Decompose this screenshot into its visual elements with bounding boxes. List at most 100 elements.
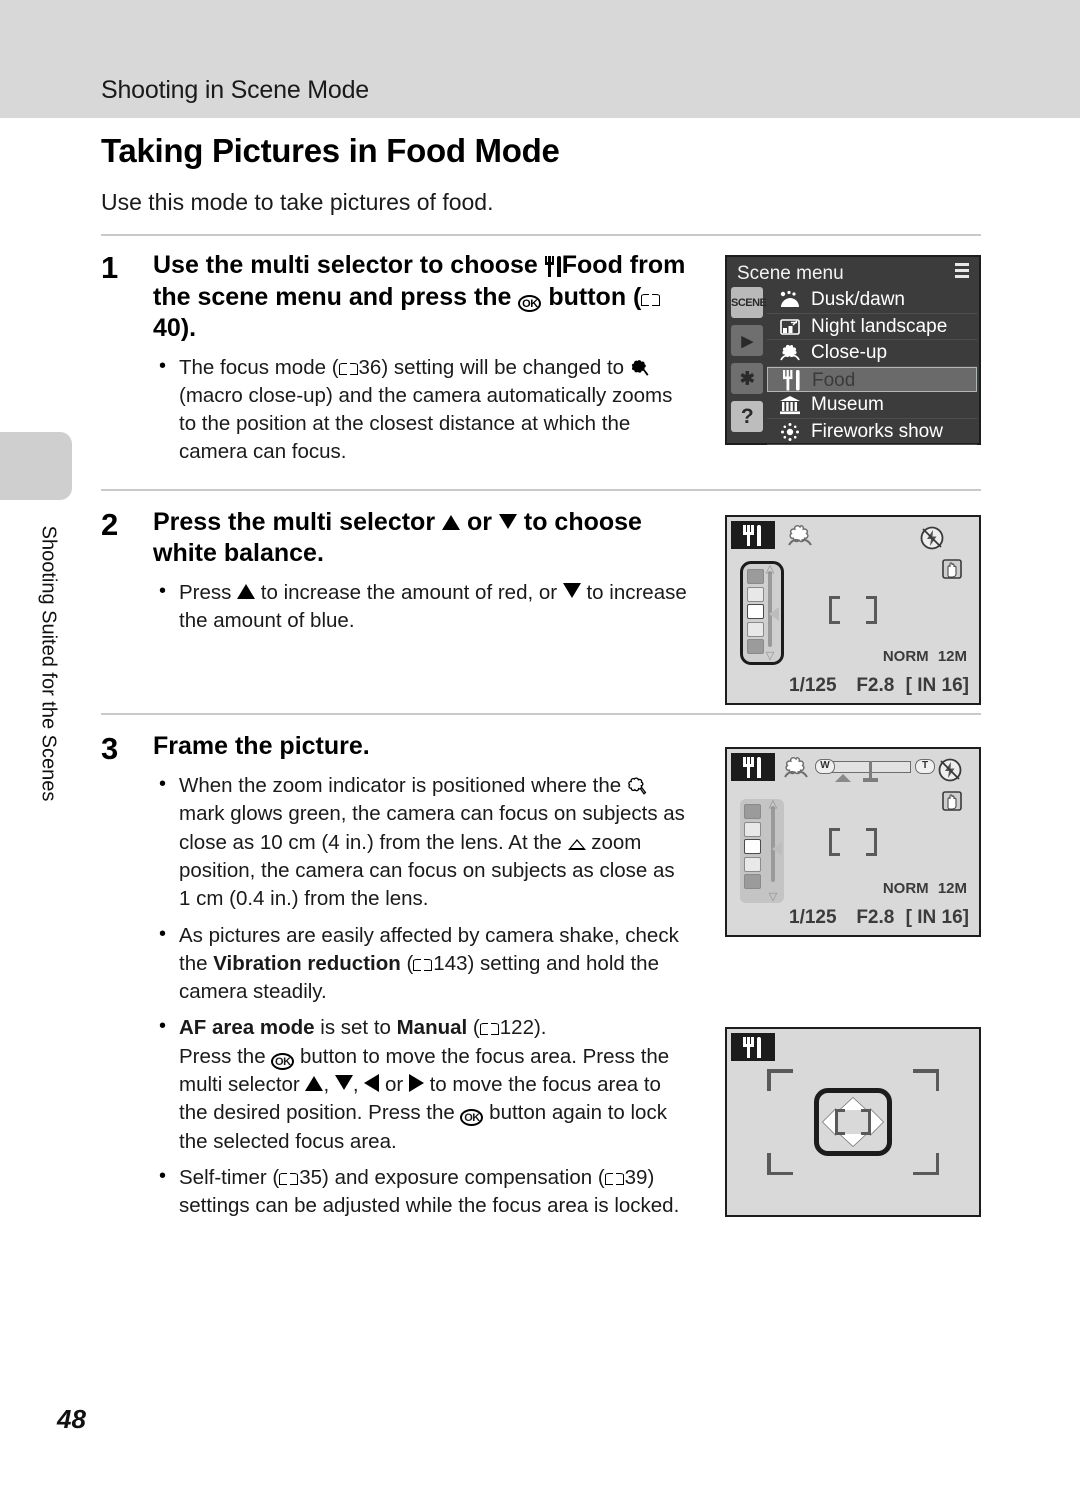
flash-off-icon: [919, 525, 945, 556]
vibration-reduction-icon: [939, 557, 965, 586]
macro-zoom-mark: [869, 761, 872, 779]
food-mode-indicator: [731, 521, 775, 549]
step-2-title-pre: Press the multi selector: [153, 507, 443, 536]
b3-3-mid3: ).: [533, 1016, 547, 1040]
figure-scene-menu: Scene menu SCENE ▶ ✱ ? Dusk/dawn Night l…: [725, 255, 981, 445]
arrow-down-icon: [334, 1074, 353, 1090]
wb-cell: [747, 621, 764, 637]
scene-menu-item-night-landscape[interactable]: Night landscape: [767, 314, 977, 340]
ok-button-icon: OK: [460, 1109, 484, 1127]
white-balance-slider[interactable]: △ ▽: [740, 799, 784, 903]
sidebar-item-playback[interactable]: ▶: [731, 325, 763, 356]
wb-arrow-up-icon: △: [765, 563, 775, 575]
b3-1-pre: When the zoom indicator is positioned wh…: [179, 774, 627, 798]
b3-3-bold2: Manual: [396, 1016, 468, 1040]
wb-cell-selected: [744, 839, 761, 854]
scene-item-label: Museum: [811, 394, 884, 415]
white-balance-cells: [747, 569, 765, 657]
image-size-label: 12M: [937, 880, 967, 897]
multi-selector-pad[interactable]: [814, 1088, 892, 1156]
flash-off-icon: [937, 757, 963, 788]
wb-cell: [744, 856, 761, 872]
night-landscape-icon: [779, 317, 801, 337]
b3-3-l2a: Press the: [179, 1044, 272, 1068]
sidebar-item-scene[interactable]: SCENE: [731, 287, 767, 318]
aperture-label: F2.8: [856, 907, 895, 928]
b3-2-bold: Vibration reduction: [213, 951, 401, 975]
arrow-down-icon: [498, 513, 517, 529]
section-title: Shooting in Scene Mode: [101, 76, 370, 104]
scene-item-label: Food: [812, 369, 856, 391]
step-1-title-end: ).: [180, 314, 197, 342]
ok-button-icon: OK: [518, 294, 542, 312]
wb-arrow-down-icon: ▽: [768, 891, 778, 903]
step-1-bullet-1: The focus mode (36) setting will be chan…: [153, 352, 691, 467]
sidebar-item-help[interactable]: ?: [731, 401, 763, 432]
divider-3: [101, 712, 981, 715]
arrow-up-icon: [442, 514, 461, 530]
scene-menu-item-museum[interactable]: Museum: [767, 392, 977, 419]
white-balance-slider[interactable]: △ ▽: [740, 561, 784, 665]
wb-cell: [744, 874, 761, 889]
b3-3-ref: 122: [499, 1016, 534, 1040]
macro-icon: [783, 756, 809, 785]
step-2-title-mid: or: [460, 507, 499, 536]
lcd-white-balance: △ ▽ NORM 12M 1/125 F2.8 [ IN 16]: [725, 515, 981, 705]
step-2-bullet-1: Press to increase the amount of red, or …: [153, 578, 691, 636]
quality-label: NORM: [882, 880, 929, 897]
pad-arrow-right-icon[interactable]: [870, 1109, 883, 1135]
b1-post: (macro close-up) and the camera automati…: [179, 383, 673, 464]
wb-arrow-down-icon: ▽: [765, 650, 775, 662]
memory-remaining: [ IN 16]: [905, 907, 969, 928]
focus-area-brackets: [829, 596, 877, 624]
exposure-info: F2.8 [ IN 16]: [727, 675, 969, 697]
b3-3-mid2: (: [467, 1016, 480, 1040]
scene-item-label: Close-up: [811, 342, 888, 363]
step-3-bullet-3: AF area mode is set to Manual (122). Pre…: [153, 1013, 691, 1155]
step-3-title: Frame the picture.: [153, 731, 370, 760]
food-icon: [544, 256, 562, 277]
scene-item-label: Fireworks show: [811, 420, 943, 442]
scene-menu-item-fireworks[interactable]: Fireworks show: [767, 419, 977, 445]
b3-2-mid: (: [400, 951, 414, 975]
ok-button-icon: OK: [271, 1052, 295, 1070]
step-2-bullets: Press to increase the amount of red, or …: [153, 578, 691, 636]
wb-arrow-up-icon: △: [768, 798, 778, 810]
arrow-left-icon: [364, 1073, 380, 1092]
scene-menu-tabs: SCENE ▶ ✱ ?: [729, 287, 767, 441]
figure-white-balance-screen: △ ▽ NORM 12M 1/125 F2.8 [ IN 16]: [725, 515, 981, 705]
step-1-title-bold: Food: [561, 251, 623, 279]
frame-corner-top-right: [913, 1069, 939, 1091]
wb-cell: [747, 569, 764, 584]
lcd-zoom-indicator: W T △ ▽ NORM 12M 1/125 F2.8 [IN 16]: [725, 747, 981, 937]
step-3-number: 3: [101, 730, 119, 766]
sidebar-item-setup[interactable]: ✱: [731, 363, 763, 394]
food-mode-indicator: [731, 753, 775, 781]
step-1-title-post: button (: [541, 282, 642, 311]
scene-menu-item-food[interactable]: Food: [767, 366, 977, 392]
close-up-icon: [779, 343, 801, 363]
focus-area-brackets: [829, 828, 877, 856]
step-3-bullet-4: Self-timer (35) and exposure compensatio…: [153, 1163, 691, 1221]
step-1-number: 1: [101, 250, 119, 285]
scene-menu-item-close-up[interactable]: Close-up: [767, 340, 977, 367]
wb-cell: [747, 586, 764, 602]
menu-icon[interactable]: [955, 263, 969, 279]
fireworks-icon: [779, 422, 801, 442]
step-1-bullets: The focus mode (36) setting will be chan…: [153, 352, 691, 467]
macro-icon: [627, 775, 647, 795]
exposure-info: F2.8 [ IN 16]: [727, 907, 969, 929]
zoom-wide-marker: W: [815, 759, 835, 774]
scene-menu-title: Scene menu: [737, 263, 844, 284]
page-number: 48: [57, 1404, 86, 1434]
pad-arrow-down-icon[interactable]: [840, 1134, 866, 1146]
scene-menu-item-dusk-dawn[interactable]: Dusk/dawn: [767, 287, 977, 314]
b3-4-ref1: 35: [299, 1165, 323, 1189]
food-mode-indicator: [731, 1033, 775, 1061]
page-intro: Use this mode to take pictures of food.: [101, 189, 494, 215]
museum-icon: [779, 395, 801, 415]
focus-area-brackets: [835, 1109, 871, 1135]
image-quality-indicator: NORM 12M: [883, 880, 967, 897]
b2-pre: Press: [179, 580, 238, 604]
food-icon: [780, 369, 802, 390]
